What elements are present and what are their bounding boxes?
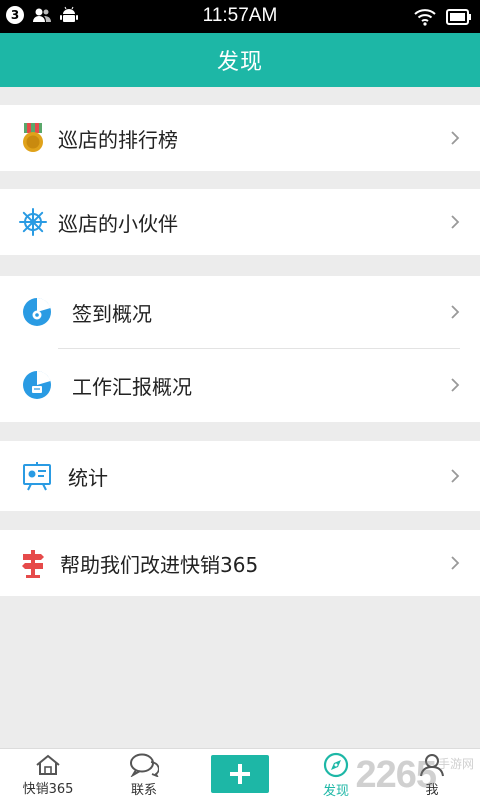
menu-label-ranking: 巡店的排行榜 bbox=[58, 127, 178, 152]
watermark-number: 2265 bbox=[355, 754, 437, 796]
menu-label-partners: 巡店的小伙伴 bbox=[58, 211, 178, 236]
menu-group-partners: 巡店的小伙伴 bbox=[0, 189, 480, 255]
bottom-navigation: 快销365 联系 发现 我 2265 手游网 bbox=[0, 748, 480, 800]
nav-label-home: 快销365 bbox=[22, 781, 74, 797]
nav-tab-contacts[interactable]: 联系 bbox=[96, 749, 192, 800]
menu-label-checkin: 签到概况 bbox=[72, 301, 152, 326]
status-bar: 3 11:57AM bbox=[0, 0, 480, 33]
nav-label-contacts: 联系 bbox=[130, 782, 157, 798]
clock: 11:57AM bbox=[202, 5, 278, 26]
chevron-right-icon bbox=[451, 215, 460, 229]
nav-tab-home[interactable]: 快销365 bbox=[0, 749, 96, 800]
statistics-board-icon bbox=[22, 461, 52, 491]
menu-group-help: 帮助我们改进快销365 bbox=[0, 530, 480, 596]
chevron-right-icon bbox=[451, 131, 460, 145]
report-pie-icon bbox=[22, 370, 52, 400]
chevron-right-icon bbox=[451, 556, 460, 570]
menu-group-overview: 签到概况 工作汇报概况 bbox=[0, 276, 480, 422]
add-button[interactable] bbox=[211, 755, 269, 793]
app-header: 发现 bbox=[0, 33, 480, 87]
compass-icon bbox=[323, 752, 349, 777]
page-title: 发现 bbox=[216, 50, 263, 75]
menu-item-ranking[interactable]: 巡店的排行榜 bbox=[0, 105, 480, 171]
chat-bubbles-icon bbox=[130, 753, 159, 777]
signpost-icon bbox=[18, 548, 48, 578]
plus-icon bbox=[230, 764, 250, 784]
chevron-right-icon bbox=[451, 469, 460, 483]
menu-item-partners[interactable]: 巡店的小伙伴 bbox=[0, 189, 480, 255]
home-icon bbox=[36, 754, 60, 775]
menu-label-report: 工作汇报概况 bbox=[72, 374, 192, 399]
watermark-text: 手游网 bbox=[437, 757, 474, 771]
medal-icon bbox=[18, 123, 48, 153]
menu-item-help[interactable]: 帮助我们改进快销365 bbox=[0, 530, 480, 596]
menu-label-stats: 统计 bbox=[68, 465, 108, 490]
nav-label-discover: 发现 bbox=[322, 783, 349, 799]
menu-item-checkin[interactable]: 签到概况 bbox=[0, 276, 480, 348]
menu-item-stats[interactable]: 统计 bbox=[0, 441, 480, 511]
menu-group-stats: 统计 bbox=[0, 441, 480, 511]
chevron-right-icon bbox=[451, 305, 460, 319]
chevron-right-icon bbox=[451, 378, 460, 392]
checkin-pie-icon bbox=[22, 297, 52, 327]
menu-item-report[interactable]: 工作汇报概况 bbox=[0, 348, 480, 422]
menu-group-ranking: 巡店的排行榜 bbox=[0, 105, 480, 171]
wifi-icon bbox=[414, 9, 436, 26]
ship-wheel-icon bbox=[18, 207, 48, 237]
menu-label-help: 帮助我们改进快销365 bbox=[60, 552, 259, 577]
watermark: 2265 手游网 bbox=[355, 755, 474, 794]
battery-icon bbox=[446, 9, 471, 25]
